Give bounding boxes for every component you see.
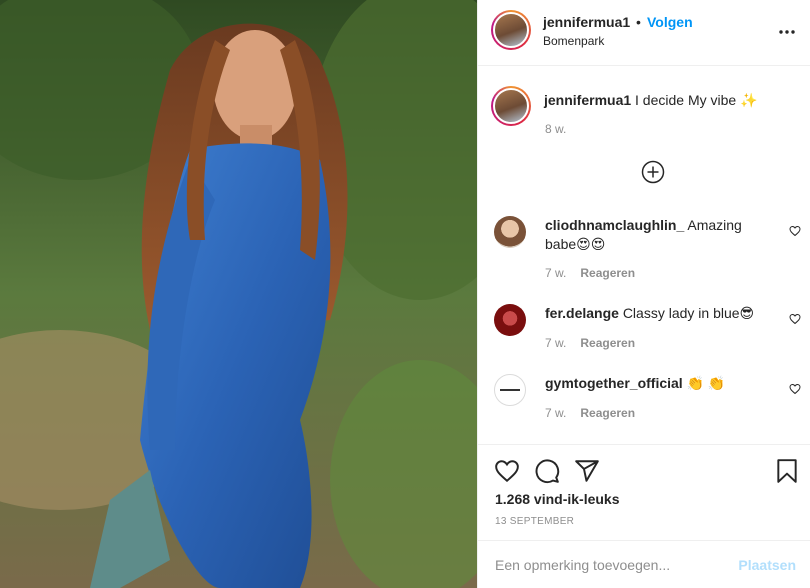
- comment-input[interactable]: [495, 557, 725, 573]
- follow-button[interactable]: Volgen: [647, 14, 693, 30]
- commenter-avatar[interactable]: [494, 374, 526, 406]
- heart-icon[interactable]: [789, 313, 801, 325]
- comment-body: fer.delange Classy lady in blue😎: [545, 304, 775, 323]
- heart-icon[interactable]: [789, 383, 801, 395]
- reply-button[interactable]: Reageren: [580, 406, 635, 420]
- reply-button[interactable]: Reageren: [580, 266, 635, 280]
- caption: jennifermua1 I decide My vibe ✨: [544, 92, 758, 109]
- caption-username[interactable]: jennifermua1: [544, 92, 631, 108]
- post-header: jennifermua1 • Volgen Bomenpark: [478, 0, 810, 66]
- like-count[interactable]: 1.268 vind-ik-leuks: [495, 491, 620, 507]
- post-photo[interactable]: [0, 0, 477, 588]
- comment-meta: 7 w. Reageren: [545, 266, 635, 280]
- action-bar: [478, 454, 810, 488]
- bookmark-icon[interactable]: [774, 458, 800, 484]
- caption-time[interactable]: 8 w.: [545, 122, 566, 136]
- post-side-panel: jennifermua1 • Volgen Bomenpark jennifer…: [477, 0, 810, 588]
- comment-body: cliodhnamclaughlin_ Amazing babe😍😍: [545, 216, 775, 254]
- comment-time[interactable]: 7 w.: [545, 336, 566, 350]
- post-location[interactable]: Bomenpark: [543, 34, 604, 48]
- sparkles-icon: ✨: [740, 92, 758, 108]
- commenter-username[interactable]: fer.delange: [545, 305, 619, 321]
- comment-text: Classy lady in blue😎: [622, 305, 755, 321]
- commenter-username[interactable]: cliodhnamclaughlin_: [545, 217, 684, 233]
- commenter-avatar[interactable]: [494, 216, 526, 248]
- comment-icon[interactable]: [534, 458, 560, 484]
- comment-time[interactable]: 7 w.: [545, 266, 566, 280]
- comment-meta: 7 w. Reageren: [545, 406, 635, 420]
- comment-box-divider: [478, 540, 810, 541]
- author-avatar[interactable]: [491, 10, 531, 50]
- author-username[interactable]: jennifermua1: [543, 14, 630, 30]
- comment-text: 👏 👏: [686, 375, 726, 391]
- comment-meta: 7 w. Reageren: [545, 336, 635, 350]
- more-horizontal-icon[interactable]: [777, 22, 797, 42]
- plus-circle-icon[interactable]: [641, 160, 665, 184]
- caption-author-avatar[interactable]: [491, 86, 531, 126]
- post-date[interactable]: 13 SEPTEMBER: [495, 516, 574, 527]
- photo-image: [0, 0, 477, 588]
- comment-body: gymtogether_official 👏 👏: [545, 374, 775, 393]
- comment-time[interactable]: 7 w.: [545, 406, 566, 420]
- header-separator: •: [636, 14, 641, 30]
- actions-divider: [478, 444, 810, 445]
- caption-text: I decide My vibe: [635, 92, 737, 108]
- commenter-username[interactable]: gymtogether_official: [545, 375, 683, 391]
- paper-plane-icon[interactable]: [574, 458, 600, 484]
- reply-button[interactable]: Reageren: [580, 336, 635, 350]
- post-comment-button[interactable]: Plaatsen: [738, 557, 796, 573]
- heart-icon[interactable]: [789, 225, 801, 237]
- commenter-avatar[interactable]: [494, 304, 526, 336]
- like-heart-icon[interactable]: [494, 458, 520, 484]
